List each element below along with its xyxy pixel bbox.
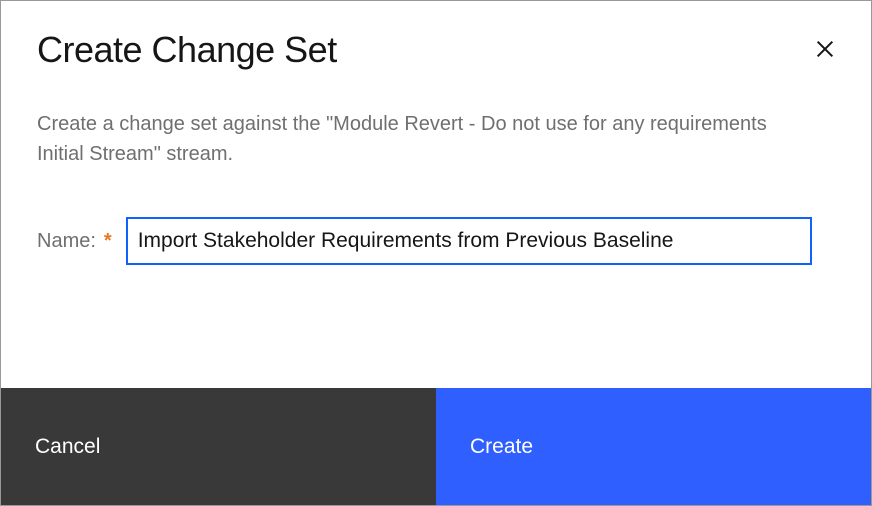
name-label: Name: xyxy=(37,230,96,253)
dialog-footer: Cancel Create xyxy=(1,388,871,505)
required-asterisk: * xyxy=(104,230,112,253)
dialog-description: Create a change set against the "Module … xyxy=(37,109,817,169)
create-button[interactable]: Create xyxy=(436,388,871,505)
name-input[interactable] xyxy=(126,217,812,265)
cancel-button[interactable]: Cancel xyxy=(1,388,436,505)
dialog-body: Create a change set against the "Module … xyxy=(1,71,871,388)
dialog-header: Create Change Set xyxy=(1,1,871,71)
close-icon xyxy=(814,38,836,60)
close-button[interactable] xyxy=(811,35,839,63)
name-field-row: Name: * xyxy=(37,217,835,265)
dialog-title: Create Change Set xyxy=(37,29,337,71)
